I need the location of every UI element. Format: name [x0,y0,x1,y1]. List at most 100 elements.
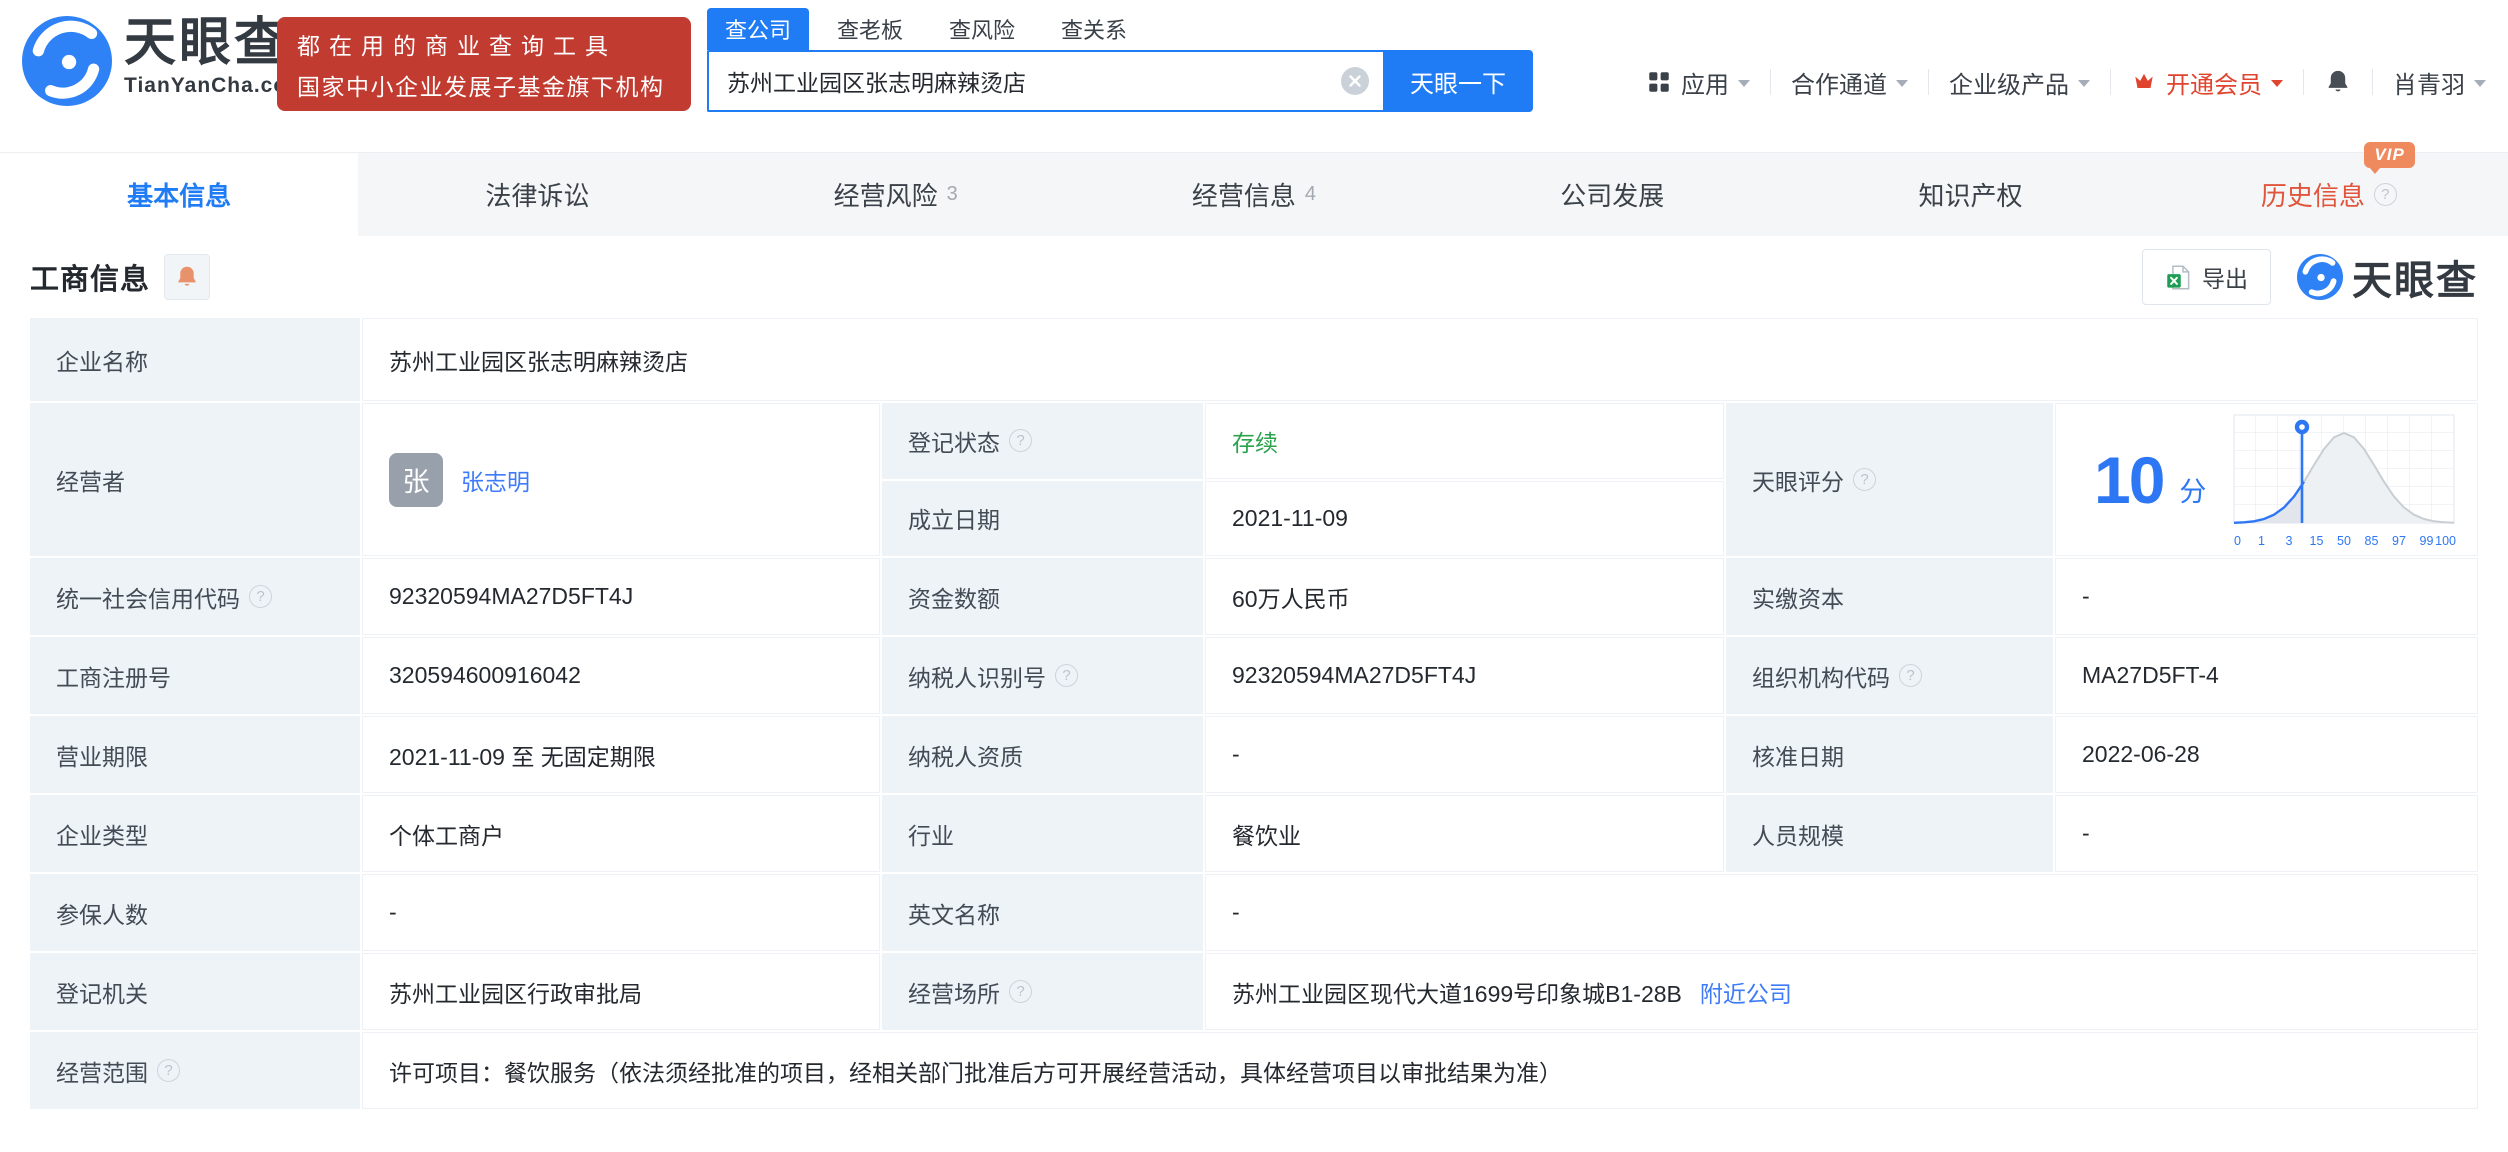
business-term-value: 2021-11-09 至 无固定期限 [362,716,880,793]
establish-date-value: 2021-11-09 [1205,480,1724,556]
taxpayer-quality-value: - [1205,716,1724,793]
help-icon[interactable] [1009,980,1032,1003]
english-name-value: - [1205,874,2478,951]
tab-label: 经营信息 [1191,181,1296,211]
tab-history-info[interactable]: 历史信息 VIP [2150,142,2508,236]
nav-vip[interactable]: 开通会员 [2131,65,2283,100]
help-icon[interactable] [1055,664,1078,687]
org-code-label: 组织机构代码 [1726,637,2053,714]
tianyancha-eye-icon [22,16,112,106]
section-title: 工商信息 [30,264,151,296]
score-unit: 分 [2179,477,2207,507]
divider [1928,69,1929,95]
insured-count-value: - [362,874,880,951]
help-icon[interactable] [1899,664,1922,687]
tab-legal[interactable]: 法律诉讼 [358,153,716,236]
search-tab-company[interactable]: 查公司 [707,8,810,50]
company-name-label: 企业名称 [30,318,360,401]
search-input[interactable] [707,50,1383,112]
chevron-down-icon [1738,80,1750,87]
tab-intellectual-property[interactable]: 知识产权 [1791,153,2149,236]
monitor-bell-button[interactable] [164,254,211,300]
help-icon[interactable] [2373,183,2397,206]
search-tabs: 查公司 查老板 查风险 查关系 [707,8,1533,50]
bell-icon [178,266,196,286]
promo-banner: 都在用的商业查询工具 国家中小企业发展子基金旗下机构 [277,17,691,111]
search-button[interactable]: 天眼一下 [1383,50,1533,112]
nav-user[interactable]: 肖青羽 [2393,65,2486,100]
divider [2110,69,2111,95]
nav-notifications[interactable] [2324,68,2352,96]
chevron-down-icon [2474,80,2486,87]
tab-label: 经营风险 [833,181,938,211]
industry-label: 行业 [882,795,1203,872]
tab-label: 基本信息 [127,181,232,211]
reg-status-value: 存续 [1205,403,1724,479]
taxpayer-id-label: 纳税人识别号 [882,637,1203,714]
tab-operating-risk[interactable]: 经营风险 3 [717,153,1075,236]
search-tab-relation[interactable]: 查关系 [1043,8,1145,50]
excel-icon [2167,265,2190,289]
top-nav: 应用 合作通道 企业级产品 开通会员 肖青羽 [1646,52,2486,112]
tianyancha-eye-icon [2297,254,2343,300]
tab-company-development[interactable]: 公司发展 [1433,153,1791,236]
clear-search-icon[interactable] [1341,67,1369,95]
svg-text:15: 15 [2310,534,2324,548]
export-button[interactable]: 导出 [2142,249,2271,305]
tab-basic-info[interactable]: 基本信息 [0,153,359,236]
tab-count-badge: 4 [1304,183,1317,205]
nav-partner-label: 合作通道 [1791,71,1887,99]
business-term-label: 营业期限 [30,716,360,793]
company-name-value: 苏州工业园区张志明麻辣烫店 [362,318,2478,401]
business-scope-label: 经营范围 [30,1032,360,1109]
help-icon[interactable] [249,585,272,608]
business-site-label: 经营场所 [882,953,1203,1030]
staff-size-value: - [2055,795,2478,872]
nav-partner[interactable]: 合作通道 [1791,65,1908,100]
search-area: 查公司 查老板 查风险 查关系 天眼一下 [707,8,1533,112]
credit-code-label: 统一社会信用代码 [30,558,360,635]
divider [1770,69,1771,95]
score-value: 10 分 0 1 3 15 50 85 97 99 100 [2055,403,2478,556]
tab-label: 法律诉讼 [485,181,590,211]
reg-status-label: 登记状态 [882,403,1203,479]
bell-icon [2328,70,2348,92]
taxpayer-id-value: 92320594MA27D5FT4J [1205,637,1724,714]
export-label: 导出 [2202,266,2248,292]
help-icon[interactable] [157,1059,180,1082]
score-number: 10 [2094,442,2165,517]
org-code-value: MA27D5FT-4 [2055,637,2478,714]
nearby-companies-link[interactable]: 附近公司 [1700,975,1792,1009]
tab-operating-info[interactable]: 经营信息 4 [1075,153,1433,236]
tab-label: 知识产权 [1918,181,2023,211]
score-distribution-chart: 0 1 3 15 50 85 97 99 100 [2233,414,2456,548]
help-icon[interactable] [1009,429,1032,453]
search-tab-boss[interactable]: 查老板 [819,8,921,50]
search-tab-risk[interactable]: 查风险 [931,8,1033,50]
page-tabs: 基本信息 法律诉讼 经营风险 3 经营信息 4 公司发展 知识产权 历史信息 VIP [0,142,2508,236]
operator-avatar[interactable]: 张 [389,452,443,507]
nav-user-name: 肖青羽 [2393,71,2465,99]
taxpayer-quality-label: 纳税人资质 [882,716,1203,793]
svg-text:99: 99 [2420,534,2434,548]
business-info-table: 企业名称 苏州工业园区张志明麻辣烫店 经营者 张 张志明 登记状态 存续 成立日… [30,318,2478,1109]
paid-capital-label: 实缴资本 [1726,558,2053,635]
nav-apps[interactable]: 应用 [1646,65,1750,100]
company-type-value: 个体工商户 [362,795,880,872]
watermark-text: 天眼查 [2352,259,2478,303]
operator-label: 经营者 [30,403,360,556]
credit-code-value: 92320594MA27D5FT4J [362,558,880,635]
brand-logo[interactable]: 天眼查 TianYanCha.com [22,16,307,106]
svg-text:85: 85 [2365,534,2379,548]
chevron-down-icon [2271,80,2283,87]
reg-authority-label: 登记机关 [30,953,360,1030]
operator-name-link[interactable]: 张志明 [461,463,530,497]
approval-date-label: 核准日期 [1726,716,2053,793]
crown-icon [2135,73,2153,88]
nav-enterprise-label: 企业级产品 [1949,71,2069,99]
paid-capital-value: - [2055,558,2478,635]
watermark-logo: 天眼查 [2297,248,2478,306]
help-icon[interactable] [1853,468,1876,491]
reg-authority-value: 苏州工业园区行政审批局 [362,953,880,1030]
nav-enterprise[interactable]: 企业级产品 [1949,65,2090,100]
